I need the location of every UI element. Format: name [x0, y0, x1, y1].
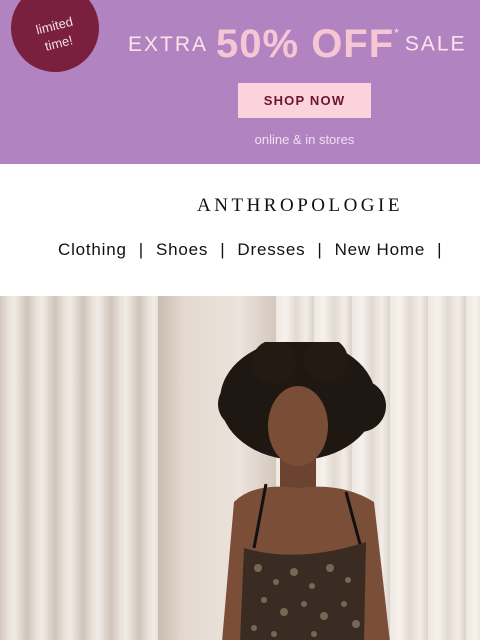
category-nav: Clothing | Shoes | Dresses | New Home |	[58, 240, 454, 260]
promo-sale: SALE	[404, 32, 467, 56]
brand-logo[interactable]: ANTHROPOLOGIE	[0, 195, 480, 217]
nav-separator: |	[220, 240, 226, 259]
shop-now-button[interactable]: SHOP NOW	[238, 83, 371, 118]
promo-asterisk: *	[394, 26, 399, 40]
nav-separator: |	[437, 240, 443, 259]
hero-image[interactable]	[0, 296, 480, 640]
nav-separator: |	[138, 240, 144, 259]
nav-item-clothing[interactable]: Clothing	[58, 240, 127, 259]
promo-discount: 50% OFF	[216, 22, 395, 66]
nav-separator: |	[317, 240, 323, 259]
nav-item-shoes[interactable]: Shoes	[156, 240, 208, 259]
nav-item-new-home[interactable]: New Home	[335, 240, 425, 259]
model-photo-icon	[218, 342, 390, 640]
nav-item-dresses[interactable]: Dresses	[237, 240, 305, 259]
promo-extra: EXTRA	[128, 32, 209, 56]
promo-subline: online & in stores	[254, 132, 355, 147]
promo-banner[interactable]: limited time! EXTRA 50% OFF* SALE SHOP NOW…	[0, 0, 480, 164]
limited-time-badge: limited time!	[1, 0, 109, 82]
promo-headline: EXTRA 50% OFF* SALE	[128, 22, 480, 67]
curtain-left	[0, 296, 160, 640]
